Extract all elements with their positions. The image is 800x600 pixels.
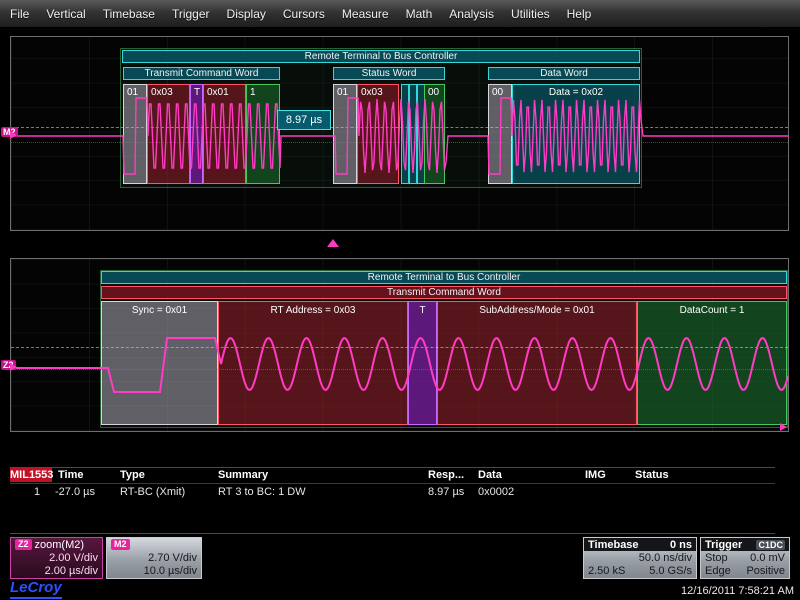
col-header-resp: Resp... [428, 469, 464, 481]
response-time-label: 8.97 µs [277, 110, 331, 130]
trigger-descriptor-box[interactable]: Trigger C1DC Stop 0.0 mV Edge Positive [700, 537, 790, 579]
status-flags-field: 00 [424, 84, 445, 184]
time-reference-arrow-icon [780, 423, 787, 431]
cursor-line [11, 142, 788, 143]
row-type: RT-BC (Xmit) [120, 486, 185, 498]
zoom-rt-address-field: RT Address = 0x03 [218, 301, 408, 425]
row-time: -27.0 µs [55, 486, 95, 498]
cmd-tr-field: T [190, 84, 203, 184]
m2-trace-indicator-icon [10, 131, 17, 139]
trigger-mode: Stop [705, 552, 728, 564]
menu-bar: File Vertical Timebase Trigger Display C… [0, 0, 800, 28]
timebase-tdiv: 50.0 ns/div [639, 552, 692, 564]
m2-descriptor-box[interactable]: M2 2.70 V/div 10.0 µs/div [106, 537, 202, 579]
trigger-slope: Positive [746, 565, 785, 577]
row-data: 0x0002 [478, 486, 514, 498]
cmd-count-field: 1 [246, 84, 280, 184]
menu-item-cursors[interactable]: Cursors [283, 7, 325, 21]
trigger-position-marker [327, 239, 339, 247]
z2-title: zoom(M2) [35, 539, 85, 551]
col-header-summary: Summary [218, 469, 268, 481]
timebase-rate: 5.0 GS/s [649, 565, 692, 577]
z2-trace-indicator-icon [10, 363, 17, 371]
status-bit-field [401, 84, 409, 184]
trigger-level: 0.0 mV [750, 552, 785, 564]
m2-vdiv: 2.70 V/div [148, 552, 197, 564]
timebase-samples: 2.50 kS [588, 565, 625, 577]
col-header-data: Data [478, 469, 502, 481]
cmd-subaddress-field: 0x01 [203, 84, 246, 184]
cursor-line [11, 369, 788, 370]
command-word-title: Transmit Command Word [123, 67, 280, 80]
bus-header-zoom: Remote Terminal to Bus Controller [101, 271, 787, 284]
timebase-descriptor-box[interactable]: Timebase 0 ns 50.0 ns/div 2.50 kS 5.0 GS… [583, 537, 697, 579]
data-word-title: Data Word [488, 67, 640, 80]
cursor-line [11, 127, 788, 128]
trigger-source-badge: C1DC [756, 540, 785, 550]
menu-item-utilities[interactable]: Utilities [511, 7, 550, 21]
z2-badge: Z2 [15, 539, 32, 550]
col-header-type: Type [120, 469, 145, 481]
zoom-sync-field: Sync = 0x01 [101, 301, 218, 425]
menu-item-measure[interactable]: Measure [342, 7, 389, 21]
menu-item-analysis[interactable]: Analysis [449, 7, 494, 21]
row-summary: RT 3 to BC: 1 DW [218, 486, 306, 498]
word-header-zoom: Transmit Command Word [101, 286, 787, 299]
menu-item-display[interactable]: Display [227, 7, 266, 21]
menu-item-help[interactable]: Help [567, 7, 592, 21]
menu-item-file[interactable]: File [10, 7, 29, 21]
m2-tdiv: 10.0 µs/div [144, 565, 197, 577]
col-header-img: IMG [585, 469, 606, 481]
menu-item-trigger[interactable]: Trigger [172, 7, 210, 21]
row-index: 1 [34, 486, 40, 498]
menu-item-timebase[interactable]: Timebase [103, 7, 155, 21]
table-header-divider [10, 483, 775, 484]
zoom-tr-field: T [408, 301, 437, 425]
col-header-time: Time [58, 469, 83, 481]
menu-item-math[interactable]: Math [406, 7, 433, 21]
status-bit-field [409, 84, 417, 184]
status-word-title: Status Word [333, 67, 445, 80]
z2-tdiv: 2.00 µs/div [45, 565, 98, 577]
mil1553-decode-table: MIL1553 Time Type Summary Resp... Data I… [10, 467, 775, 534]
trigger-kind: Edge [705, 565, 731, 577]
cmd-rt-address-field: 0x03 [147, 84, 190, 184]
data-sync-field: 00 [488, 84, 512, 184]
trigger-title: Trigger [705, 539, 742, 551]
data-value-field: Data = 0x02 [512, 84, 640, 184]
z2-descriptor-box[interactable]: Z2 zoom(M2) 2.00 V/div 2.00 µs/div [10, 537, 103, 579]
datetime-display: 12/16/2011 7:58:21 AM [681, 585, 794, 597]
mil1553-badge: MIL1553 [10, 468, 52, 482]
timebase-offset: 0 ns [670, 539, 692, 551]
cursor-line [11, 347, 788, 348]
status-rt-address-field: 0x03 [357, 84, 399, 184]
status-sync-field: 01 [333, 84, 357, 184]
zoom-subaddress-field: SubAddress/Mode = 0x01 [437, 301, 637, 425]
z2-vdiv: 2.00 V/div [49, 552, 98, 564]
lecroy-logo: LeCroy [10, 579, 62, 599]
row-resp: 8.97 µs [428, 486, 464, 498]
col-header-status: Status [635, 469, 669, 481]
bus-header-top: Remote Terminal to Bus Controller [122, 50, 640, 63]
m2-badge: M2 [111, 539, 130, 550]
zoom-datacount-field: DataCount = 1 [637, 301, 787, 425]
cmd-sync-field: 01 [123, 84, 147, 184]
menu-item-vertical[interactable]: Vertical [46, 7, 85, 21]
timebase-title: Timebase [588, 539, 639, 551]
